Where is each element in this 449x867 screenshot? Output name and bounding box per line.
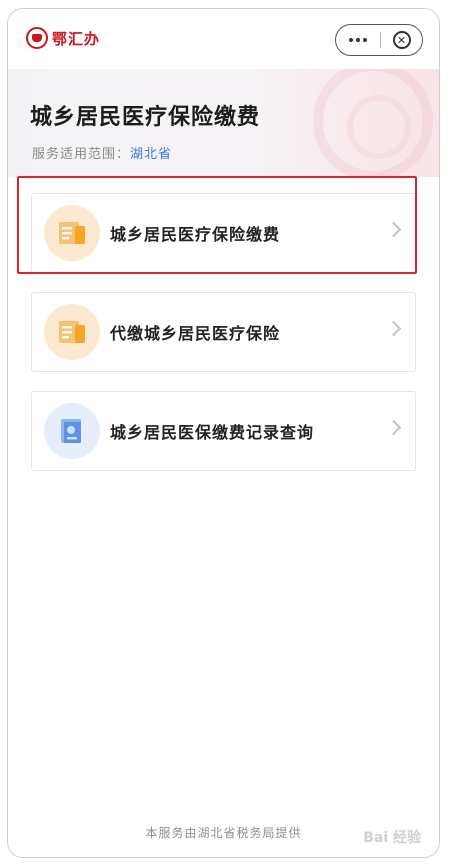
service-scope-label: 服务适用范围： xyxy=(32,147,131,162)
seal-watermark-icon xyxy=(313,69,433,177)
dot-icon xyxy=(356,38,360,42)
app-frame: 鄂汇办 ✕ 城乡居民医疗保险缴费 服务适用范围：湖北省 城乡居民医疗保险缴费 代… xyxy=(7,8,440,858)
record-icon xyxy=(44,403,100,459)
emblem-icon xyxy=(26,27,48,49)
document-icon xyxy=(44,304,100,360)
service-item-payment-record-query[interactable]: 城乡居民医保缴费记录查询 xyxy=(31,391,416,471)
document-icon xyxy=(44,205,100,261)
chevron-right-icon xyxy=(385,221,402,238)
app-logo-text: 鄂汇办 xyxy=(52,29,101,48)
page-title: 城乡居民医疗保险缴费 xyxy=(30,105,261,130)
chevron-right-icon xyxy=(385,320,402,337)
service-scope-value: 湖北省 xyxy=(130,147,173,162)
service-item-label: 城乡居民医保缴费记录查询 xyxy=(110,423,315,442)
service-scope: 服务适用范围：湖北省 xyxy=(32,143,172,162)
top-bar: 鄂汇办 ✕ xyxy=(8,9,439,69)
service-item-label: 代缴城乡居民医疗保险 xyxy=(110,324,281,343)
service-item-medical-insurance-payment[interactable]: 城乡居民医疗保险缴费 xyxy=(31,193,416,273)
chevron-right-icon xyxy=(385,419,402,436)
app-logo: 鄂汇办 xyxy=(26,27,100,49)
close-button[interactable]: ✕ xyxy=(381,25,422,55)
service-item-label: 城乡居民医疗保险缴费 xyxy=(110,225,281,244)
more-button[interactable] xyxy=(336,25,380,55)
close-icon: ✕ xyxy=(392,31,411,49)
mini-program-capsule: ✕ xyxy=(335,24,423,56)
dot-icon xyxy=(349,38,353,42)
service-item-proxy-payment[interactable]: 代缴城乡居民医疗保险 xyxy=(31,292,416,372)
header-banner: 城乡居民医疗保险缴费 服务适用范围：湖北省 xyxy=(8,69,439,177)
dot-icon xyxy=(363,38,367,42)
baidu-watermark: Bai 经验 xyxy=(363,830,421,846)
